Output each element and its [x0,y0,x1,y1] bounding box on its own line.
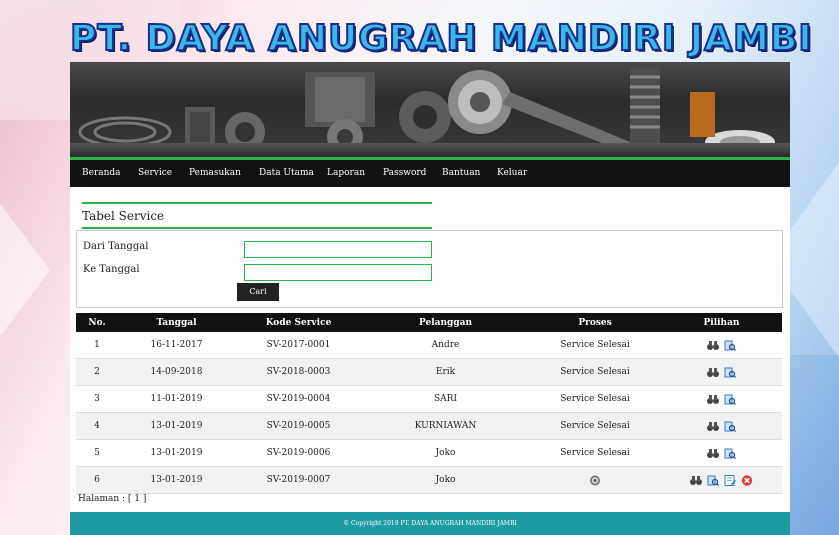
cell-pilihan [661,358,782,386]
cell-pelanggan: Joko [362,439,529,467]
header-proses: Proses [529,313,661,332]
print-preview-icon[interactable] [724,367,736,378]
date-filter-form: Dari Tanggal Ke Tanggal [76,230,783,308]
cell-kode: SV-2017-0001 [235,332,362,359]
pagination: Halaman : [ 1 ] [78,494,147,504]
header-tanggal: Tanggal [118,313,235,332]
cell-kode: SV-2019-0007 [235,466,362,494]
title-divider-bottom [82,227,432,229]
cell-no: 6 [76,466,118,494]
cell-pelanggan: Joko [362,466,529,494]
from-date-label: Dari Tanggal [83,241,149,252]
table-row: 5 13-01-2019 SV-2019-0006 Joko Service S… [76,439,782,467]
cell-pelanggan: KURNIAWAN [362,412,529,440]
binoculars-icon[interactable] [707,421,720,432]
delete-icon[interactable] [741,474,753,486]
cell-kode: SV-2018-0003 [235,358,362,386]
header-no: No. [76,313,118,332]
nav-pemasukan[interactable]: Pemasukan [189,168,241,178]
cell-no: 4 [76,412,118,440]
cell-pilihan [661,439,782,467]
nav-password[interactable]: Password [383,168,426,178]
binoculars-icon[interactable] [690,475,703,486]
table-header-row: No. Tanggal Kode Service Pelanggan Prose… [76,313,782,332]
service-table: No. Tanggal Kode Service Pelanggan Prose… [76,313,782,494]
print-preview-icon[interactable] [724,340,736,351]
print-preview-icon[interactable] [707,475,720,486]
cell-kode: SV-2019-0006 [235,439,362,467]
cell-no: 2 [76,358,118,386]
main-container: Beranda Service Pemasukan Data Utama Lap… [70,62,790,535]
site-title: PT. DAYA ANUGRAH MANDIRI JAMBI [69,17,813,60]
cell-proses [529,466,661,494]
header-pilihan: Pilihan [661,313,782,332]
to-date-input[interactable] [244,264,432,281]
nav-beranda[interactable]: Beranda [82,168,121,178]
to-date-label: Ke Tanggal [83,264,140,275]
header-banner [70,62,790,157]
cell-tanggal: 11-01-2019 [118,385,235,413]
binoculars-icon[interactable] [707,340,720,351]
cell-proses: Service Selesai [529,412,661,440]
table-row: 3 11-01-2019 SV-2019-0004 SARI Service S… [76,385,782,413]
cell-pilihan [661,412,782,440]
cell-pelanggan: SARI [362,385,529,413]
page-title: Tabel Service [82,209,165,223]
nav-laporan[interactable]: Laporan [327,168,365,178]
cell-proses: Service Selesai [529,358,661,386]
cell-kode: SV-2019-0004 [235,385,362,413]
nav-keluar[interactable]: Keluar [497,168,527,178]
process-gear-icon[interactable] [589,475,601,486]
table-row: 6 13-01-2019 SV-2019-0007 Joko [76,466,782,494]
print-preview-icon[interactable] [724,421,736,432]
main-nav: Beranda Service Pemasukan Data Utama Lap… [70,157,790,187]
cell-pelanggan: Andre [362,332,529,359]
cell-no: 3 [76,385,118,413]
cell-pelanggan: Erik [362,358,529,386]
cell-proses: Service Selesai [529,385,661,413]
cell-tanggal: 13-01-2019 [118,439,235,467]
cell-proses: Service Selesai [529,439,661,467]
cell-pilihan [661,466,782,494]
nav-service[interactable]: Service [138,168,172,178]
cell-no: 1 [76,332,118,359]
footer: © Copyright 2019 PT. DAYA ANUGRAH MANDIR… [70,512,790,535]
print-preview-icon[interactable] [724,394,736,405]
title-divider-top [82,202,432,204]
cell-pilihan [661,385,782,413]
cell-no: 5 [76,439,118,467]
table-row: 2 14-09-2018 SV-2018-0003 Erik Service S… [76,358,782,386]
from-date-input[interactable] [244,241,432,258]
cell-tanggal: 16-11-2017 [118,332,235,359]
cell-tanggal: 14-09-2018 [118,358,235,386]
cell-tanggal: 13-01-2019 [118,466,235,494]
table-row: 4 13-01-2019 SV-2019-0005 KURNIAWAN Serv… [76,412,782,440]
table-row: 1 16-11-2017 SV-2017-0001 Andre Service … [76,332,782,359]
cell-pilihan [661,332,782,359]
binoculars-icon[interactable] [707,367,720,378]
print-preview-icon[interactable] [724,448,736,459]
search-button[interactable]: Cari [237,283,279,301]
header-pelanggan: Pelanggan [362,313,529,332]
cell-tanggal: 13-01-2019 [118,412,235,440]
nav-data-utama[interactable]: Data Utama [259,168,314,178]
cell-kode: SV-2019-0005 [235,412,362,440]
binoculars-icon[interactable] [707,448,720,459]
cell-proses: Service Selesai [529,332,661,359]
binoculars-icon[interactable] [707,394,720,405]
header-kode-service: Kode Service [235,313,362,332]
nav-bantuan[interactable]: Bantuan [442,168,480,178]
edit-icon[interactable] [724,474,736,486]
